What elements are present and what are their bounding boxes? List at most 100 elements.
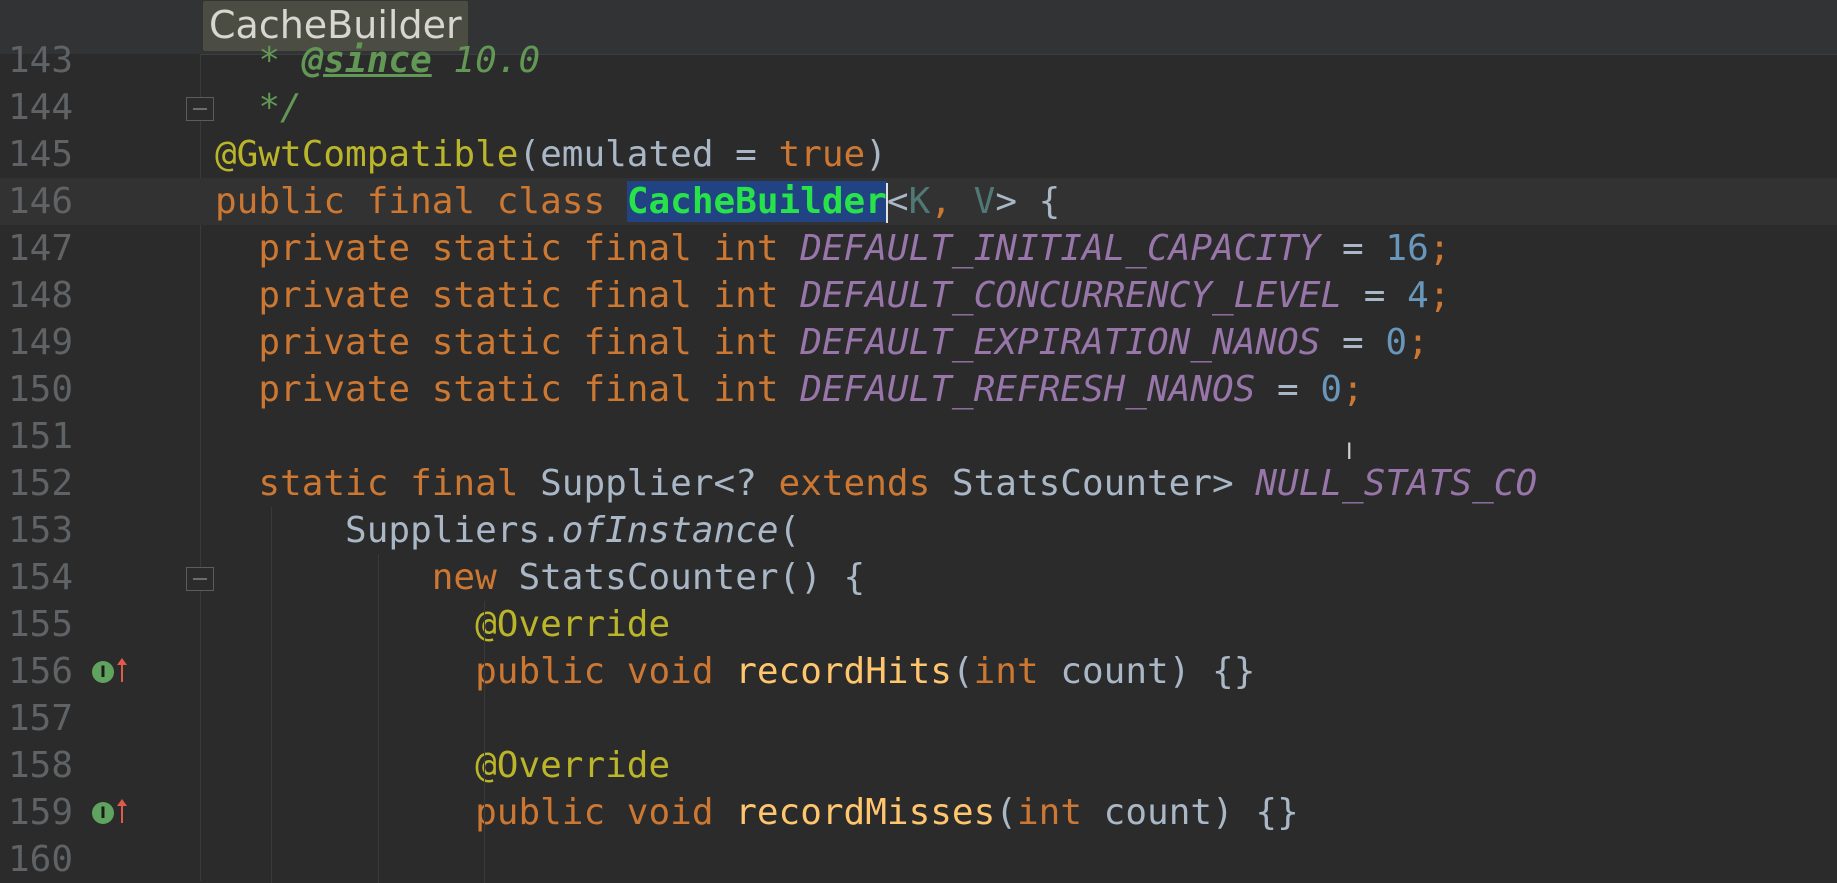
indent-guide xyxy=(484,601,485,883)
fold-marker-icon[interactable] xyxy=(186,567,214,591)
code-line[interactable]: 147 private static final int DEFAULT_INI… xyxy=(0,225,1837,272)
code-text: private static final int DEFAULT_CONCURR… xyxy=(215,272,1450,319)
code-text: @GwtCompatible(emulated = true) xyxy=(215,131,887,178)
line-number: 147 xyxy=(8,228,74,269)
line-number: 148 xyxy=(8,275,74,316)
code-token: private static final int xyxy=(215,228,801,269)
code-line[interactable]: 159 public void recordMisses(int count) … xyxy=(0,789,1837,836)
code-token: public final class xyxy=(215,181,627,222)
line-number: 159 xyxy=(8,792,74,833)
line-number: 158 xyxy=(8,745,74,786)
indent-guide xyxy=(271,507,272,883)
implements-method-icon[interactable]: I xyxy=(92,802,114,824)
code-token: DEFAULT_REFRESH_NANOS xyxy=(800,369,1256,410)
code-token: @Override xyxy=(475,604,671,645)
code-token: DEFAULT_INITIAL_CAPACITY xyxy=(800,228,1321,269)
line-number: 146 xyxy=(8,181,74,222)
line-number: 153 xyxy=(8,510,74,551)
code-token: , xyxy=(930,181,974,222)
code-token: ( xyxy=(951,651,974,692)
code-text: public final class CacheBuilder<K, V> { xyxy=(215,178,1060,225)
code-editor[interactable]: 143 * @since 10.0 144 */145 @GwtCompatible… xyxy=(0,0,1837,883)
code-line[interactable]: 146 public final class CacheBuilder<K, V>… xyxy=(0,178,1837,225)
code-token: static final xyxy=(215,463,541,504)
code-token: count) {} xyxy=(1103,792,1299,833)
code-line[interactable]: 158 @Override xyxy=(0,742,1837,789)
code-token: NULL_STATS_CO xyxy=(1255,463,1538,504)
code-line[interactable]: 156 public void recordHits(int count) {} xyxy=(0,648,1837,695)
code-token: ofInstance xyxy=(561,510,779,551)
code-token: int xyxy=(1016,792,1104,833)
code-token: 0 xyxy=(1320,369,1343,410)
code-token: recordMisses xyxy=(735,792,996,833)
code-line[interactable]: 145 @GwtCompatible(emulated = true) xyxy=(0,131,1837,178)
line-number: 160 xyxy=(8,839,74,880)
code-token: * xyxy=(215,40,302,81)
up-arrow-icon xyxy=(117,658,127,682)
code-token: Suppliers. xyxy=(215,510,562,551)
text-cursor-icon: I xyxy=(1346,440,1353,465)
code-token: ( xyxy=(995,792,1017,833)
code-token: ; xyxy=(1428,228,1451,269)
line-number: 154 xyxy=(8,557,74,598)
code-text: static final Supplier<? extends StatsCou… xyxy=(215,460,1537,507)
line-number: 150 xyxy=(8,369,74,410)
code-line[interactable]: 148 private static final int DEFAULT_CON… xyxy=(0,272,1837,319)
code-line[interactable]: 143 * @since 10.0 xyxy=(0,37,1837,84)
code-token: @since xyxy=(301,40,432,81)
code-token: ; xyxy=(1342,369,1364,410)
up-arrow-icon xyxy=(117,799,127,823)
code-line[interactable]: 154 new StatsCounter() { xyxy=(0,554,1837,601)
code-line[interactable]: 153 Suppliers.ofInstance( xyxy=(0,507,1837,554)
code-line[interactable]: 157 xyxy=(0,695,1837,742)
code-line[interactable]: 151 xyxy=(0,413,1837,460)
code-token: new xyxy=(431,557,519,598)
code-text: public void recordHits(int count) {} xyxy=(215,648,1255,695)
code-token: count) {} xyxy=(1060,651,1256,692)
code-text: @Override xyxy=(215,601,670,648)
code-token: 16 xyxy=(1385,228,1429,269)
code-token: StatsCounter> xyxy=(951,463,1256,504)
line-number: 143 xyxy=(8,40,74,81)
code-token: extends xyxy=(778,463,952,504)
code-line[interactable]: 144 */ xyxy=(0,84,1837,131)
code-token: (emulated = xyxy=(518,134,779,175)
code-token: private static final int xyxy=(215,275,801,316)
line-number: 152 xyxy=(8,463,74,504)
line-number: 151 xyxy=(8,416,74,457)
code-token: ) xyxy=(865,134,887,175)
line-number: 155 xyxy=(8,604,74,645)
code-token: recordHits xyxy=(735,651,952,692)
code-token: */ xyxy=(215,87,302,128)
code-text: private static final int DEFAULT_REFRESH… xyxy=(215,366,1364,413)
code-text: @Override xyxy=(215,742,670,789)
code-line[interactable]: 160 xyxy=(0,836,1837,883)
code-token: Supplier<? xyxy=(540,463,779,504)
code-token: ( xyxy=(778,510,801,551)
code-token: = xyxy=(1255,369,1321,410)
code-token: = xyxy=(1342,275,1408,316)
code-line[interactable]: 152 static final Supplier<? extends Stat… xyxy=(0,460,1837,507)
code-text: private static final int DEFAULT_INITIAL… xyxy=(215,225,1450,272)
code-text: private static final int DEFAULT_EXPIRAT… xyxy=(215,319,1428,366)
line-number: 145 xyxy=(8,134,74,175)
code-text: */ xyxy=(215,84,302,131)
code-token: private static final int xyxy=(215,369,801,410)
code-text: Suppliers.ofInstance( xyxy=(215,507,800,554)
code-token: = xyxy=(1320,228,1386,269)
fold-marker-icon[interactable] xyxy=(186,97,214,121)
code-text: new StatsCounter() { xyxy=(215,554,865,601)
code-token: < xyxy=(886,181,909,222)
code-line[interactable]: 149 private static final int DEFAULT_EXP… xyxy=(0,319,1837,366)
code-token: public void xyxy=(475,792,736,833)
code-token: > { xyxy=(995,181,1061,222)
code-line[interactable]: 155 @Override xyxy=(0,601,1837,648)
code-line[interactable]: 150 private static final int DEFAULT_REF… xyxy=(0,366,1837,413)
implements-method-icon[interactable]: I xyxy=(92,661,114,683)
code-token: ; xyxy=(1428,275,1451,316)
